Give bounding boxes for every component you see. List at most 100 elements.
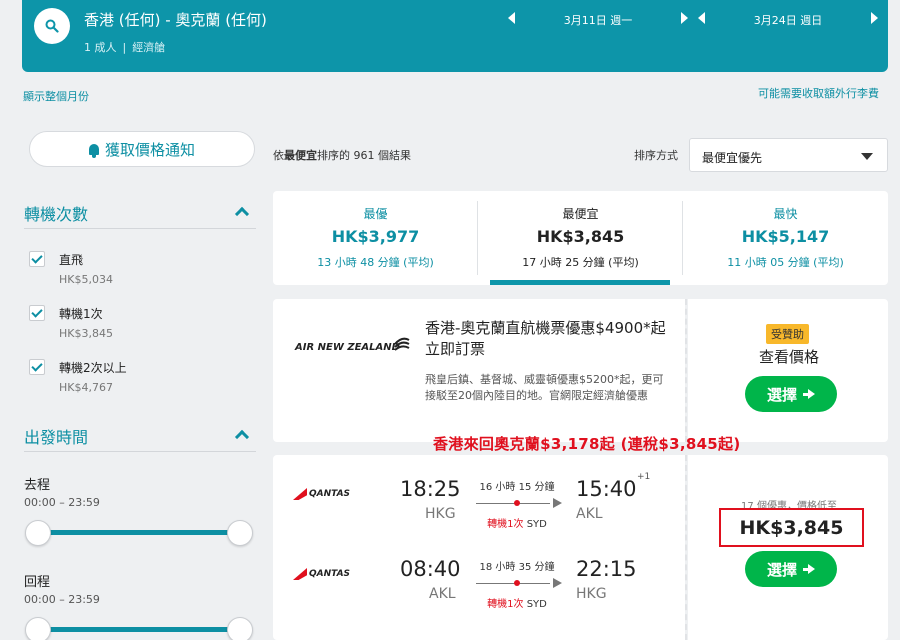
outbound-time-range: 00:00 – 23:59 [24,496,100,509]
tab-fastest[interactable]: 最快 HK$5,147 11 小時 05 分鐘 (平均) [683,191,888,285]
ad-select-label: 選擇 [766,385,797,404]
outbound-duration: 16 小時 15 分鐘 [479,482,555,493]
inbound-depart-time: 08:40 [400,557,461,581]
stops-two-plus-label: 轉機2次以上 [59,361,127,375]
outbound-stop-info: 轉機1次 SYD [467,515,567,530]
stops-direct-price: HK$5,034 [59,273,113,286]
next-date-icon[interactable] [871,12,878,24]
ad-card-price-panel [688,299,888,442]
next-date-icon[interactable] [681,12,688,24]
bell-icon [88,143,99,158]
active-tab-indicator [490,280,670,285]
search-summary-bar: 香港 (任何) - 奧克蘭 (任何) 1 成人 | 經濟艙 3月11日 週一 3月2… [22,0,888,72]
ad-airline-name: AIR NEW ZEALAND [295,342,400,353]
stops-section-title[interactable]: 轉機次數 [24,201,88,225]
arrow-right-icon [803,563,815,575]
tab-cheapest-duration: 17 小時 25 分鐘 (平均) [522,256,639,269]
return-date-picker[interactable]: 3月24日 週日 [698,8,878,30]
sort-select-value: 最便宜優先 [702,151,763,165]
ad-select-button[interactable]: 選擇 [745,376,837,412]
ad-view-price-label: 查看價格 [758,348,819,366]
tab-cheapest-name: 最便宜 [562,207,599,221]
passenger-count: 1 成人 [84,41,117,54]
qantas-logo: QANTAS [293,488,350,500]
tab-cheapest[interactable]: 最便宜 HK$3,845 17 小時 25 分鐘 (平均) [478,191,683,285]
tab-fastest-name: 最快 [773,207,798,221]
koru-logo-icon [394,337,410,351]
results-count: 依最便宜排序的 961 個結果 [273,147,411,163]
plane-icon [553,578,562,588]
inbound-arrive-time: 22:15 [576,557,637,581]
show-whole-month-link[interactable]: 顯示整個月份 [23,88,89,104]
return-time-label: 回程 [24,575,51,590]
caret-down-icon [861,153,873,160]
stops-two-plus-price: HK$4,767 [59,381,113,394]
sort-summary-tabs: 最優 HK$3,977 13 小時 48 分鐘 (平均) 最便宜 HK$3,84… [273,191,888,285]
plane-icon [553,498,562,508]
flight-price: HK$3,845 [719,508,864,547]
outbound-slider-end-handle[interactable] [227,520,253,546]
divider [24,228,256,229]
outbound-arrive-code: AKL [576,506,603,522]
tab-best-price: HK$3,977 [331,227,420,246]
outbound-airline-name: QANTAS [309,489,351,499]
return-slider-end-handle[interactable] [227,617,253,640]
layover-dot [514,580,520,586]
outbound-slider-start-handle[interactable] [25,520,51,546]
tab-best[interactable]: 最優 HK$3,977 13 小時 48 分鐘 (平均) [273,191,478,285]
sort-select[interactable]: 最便宜優先 [689,138,888,172]
ad-title[interactable]: 香港-奧克蘭直航機票優惠$4900*起 立即訂票 [425,318,670,360]
results-suffix: 排序的 961 個結果 [317,149,411,162]
search-icon [45,19,59,33]
results-sort-word: 最便宜 [284,149,317,162]
return-slider-start-handle[interactable] [25,617,51,640]
arrow-right-icon [803,388,815,400]
route-text: 香港 (任何) - 奧克蘭 (任何) [84,11,267,29]
chevron-up-icon[interactable] [234,206,250,222]
inbound-depart-code: AKL [429,586,456,602]
outbound-time-label: 去程 [24,478,51,493]
tab-best-name: 最優 [363,207,388,221]
return-time-slider[interactable] [36,627,240,632]
search-button[interactable] [34,8,70,44]
return-date: 3月24日 週日 [753,14,823,27]
outbound-via: SYD [526,519,547,530]
divider [685,299,687,442]
inbound-duration: 18 小時 35 分鐘 [479,562,555,573]
passenger-cabin-text: 1 成人 | 經濟艙 [84,41,166,54]
ad-description: 飛皇后鎮、基督城、威靈頓優惠$5200*起，更可接駁至20個內陸目的地。官網限定… [425,373,664,402]
stops-one-label: 轉機1次 [59,307,103,321]
outbound-depart-time: 18:25 [400,477,461,501]
outbound-stops: 轉機1次 [487,519,524,530]
stops-direct-label: 直飛 [59,253,84,267]
tab-fastest-duration: 11 小時 05 分鐘 (平均) [727,256,844,269]
tab-cheapest-price: HK$3,845 [536,227,625,246]
stops-one-checkbox[interactable] [29,305,45,321]
sort-label: 排序方式 [634,149,678,162]
depart-date-picker[interactable]: 3月11日 週一 [508,8,688,30]
qantas-logo: QANTAS [293,568,350,580]
outbound-time-slider[interactable] [36,530,240,535]
layover-dot [514,500,520,506]
baggage-fees-link[interactable]: 可能需要收取額外行李費 [758,85,879,101]
stops-two-plus-checkbox[interactable] [29,359,45,375]
inbound-via: SYD [526,599,547,610]
stops-direct-checkbox[interactable] [29,251,45,267]
stops-one-price: HK$3,845 [59,327,113,340]
flight-result-price-panel [688,455,888,640]
price-alert-button[interactable]: 獲取價格通知 [29,131,255,167]
return-time-range: 00:00 – 23:59 [24,593,100,606]
chevron-up-icon[interactable] [234,429,250,445]
divider [24,451,256,452]
inbound-route-line [476,583,550,584]
outbound-depart-code: HKG [425,506,456,522]
tab-fastest-price: HK$5,147 [741,227,830,246]
inbound-stop-info: 轉機1次 SYD [467,595,567,610]
divider [685,455,687,640]
inbound-arrive-code: HKG [576,586,607,602]
air-new-zealand-logo: AIR NEW ZEALAND [295,342,400,353]
inbound-stops: 轉機1次 [487,599,524,610]
depart-date: 3月11日 週一 [563,14,633,27]
flight-select-button[interactable]: 選擇 [745,551,837,587]
departure-time-section-title[interactable]: 出發時間 [24,424,88,448]
